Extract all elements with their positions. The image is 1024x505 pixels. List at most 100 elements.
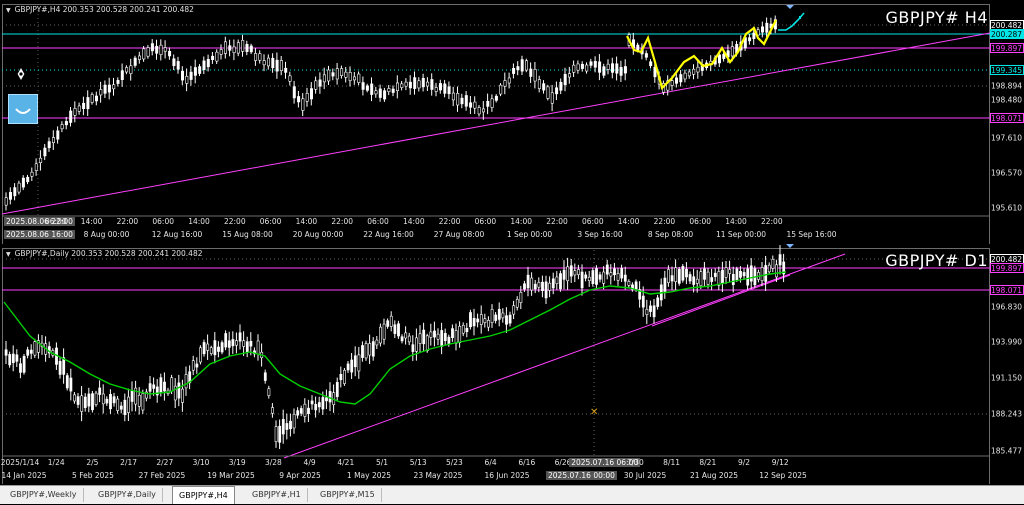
time-axis-label: 06:00: [152, 217, 174, 226]
candle-body: [318, 79, 322, 87]
candle-body: [688, 274, 692, 282]
time-axis-label: 14:00: [510, 217, 532, 226]
candle-body: [548, 282, 552, 291]
candle-body: [387, 88, 391, 92]
candle-body: [436, 333, 440, 340]
candle-body: [602, 66, 606, 76]
h4-chart-panel[interactable]: ▼ GBPJPY#,H4 200.353 200.528 200.241 200.…: [0, 0, 1024, 244]
candle-body: [584, 274, 588, 279]
candle-body: [605, 264, 609, 275]
d1-chart-panel[interactable]: ✕ ▼ GBPJPY#,Daily 200.353 200.528 200.241…: [0, 244, 1024, 484]
time-axis-label: 19 Mar 2025: [207, 471, 255, 480]
candle-body: [220, 342, 224, 353]
d1-price-chart[interactable]: ✕: [0, 244, 1024, 484]
dropdown-arrow-icon[interactable]: ▼: [6, 251, 11, 258]
candle-body: [764, 265, 768, 282]
candle-body: [533, 283, 537, 290]
candle-body: [299, 408, 303, 414]
chart-tab-gbpjpy-m15[interactable]: GBPJPY#,M15: [314, 488, 382, 502]
candle-body: [469, 312, 472, 328]
candle-body: [189, 71, 193, 80]
candle-body: [64, 121, 68, 126]
candle-body: [692, 276, 696, 285]
d1-chart-header: ▼ GBPJPY#,Daily 200.353 200.528 200.241 2…: [6, 249, 203, 258]
candle-body: [107, 84, 111, 93]
chart-tab-gbpjpy-daily[interactable]: GBPJPY#,Daily: [92, 488, 163, 502]
time-axis-label: 14:00: [725, 217, 747, 226]
candle-body: [80, 395, 84, 412]
candle-body: [721, 269, 724, 285]
candle-body: [389, 315, 393, 327]
d1-price-axis[interactable]: 200.482199.897198.071196.830193.990191.1…: [990, 244, 1024, 484]
dropdown-arrow-icon[interactable]: ▼: [6, 7, 11, 14]
h4-price-tick: 198.894: [990, 81, 1022, 91]
candle-body: [706, 271, 710, 285]
time-axis-label: 2025.08.06 16:00: [4, 230, 75, 239]
candle-body: [652, 305, 656, 318]
candle-body: [350, 359, 354, 373]
time-axis-label: 14:00: [80, 217, 103, 226]
time-axis-label: 06:00: [689, 217, 711, 226]
candle-body: [433, 330, 436, 338]
candle-body: [76, 396, 80, 405]
candle-body: [537, 79, 541, 89]
candle-body: [30, 171, 34, 177]
time-axis-label: 1/24: [47, 458, 65, 467]
h4-price-tag: 199.345: [990, 65, 1024, 75]
candle-body: [544, 281, 548, 299]
candle-body: [426, 81, 430, 87]
candle-body: [674, 267, 678, 282]
candle-body: [508, 314, 512, 324]
candle-body: [400, 83, 404, 88]
candle-body: [559, 81, 563, 91]
candle-body: [438, 83, 442, 91]
candle-body: [443, 83, 447, 94]
candle-body: [292, 86, 296, 99]
candle-body: [472, 317, 476, 327]
chart-tab-gbpjpy-weekly[interactable]: GBPJPY#,Weekly: [4, 488, 84, 502]
candle-body: [305, 93, 309, 102]
candle-body: [303, 403, 307, 417]
candle-body: [645, 309, 649, 315]
candle-body: [344, 71, 348, 78]
candle-body: [339, 374, 343, 381]
cyan-projection-line: [778, 12, 805, 31]
candle-body: [523, 283, 526, 290]
h4-time-axis-row2: 2025.08.06 16:00 8 Aug 00:00 12 Aug 16:00 1…: [2, 230, 990, 242]
candle-body: [430, 79, 434, 90]
time-axis-label: 2/17: [120, 458, 138, 467]
candle-body: [289, 420, 292, 430]
candle-body: [473, 101, 477, 109]
h4-price-axis[interactable]: 200.482200.287199.897199.345198.894198.4…: [990, 0, 1024, 244]
candle-body: [562, 269, 566, 280]
shift-marker-icon: [786, 244, 794, 248]
chart-tab-gbpjpy-h1[interactable]: GBPJPY#,H1: [246, 488, 308, 502]
candle-body: [695, 278, 699, 284]
cyan-marker: [799, 16, 801, 19]
candle-body: [199, 347, 202, 363]
candle-body: [56, 130, 60, 140]
candle-body: [397, 323, 400, 337]
candle-body: [576, 63, 580, 71]
candle-body: [717, 271, 721, 286]
candle-body: [778, 254, 782, 266]
smiley-icon[interactable]: [8, 94, 38, 124]
pen-tool-icon[interactable]: [13, 66, 29, 82]
candle-body: [133, 57, 137, 66]
candle-body: [241, 40, 245, 52]
candle-body: [391, 88, 395, 93]
candle-body: [242, 340, 246, 347]
time-axis-label: 30 Jul 2025: [623, 471, 667, 480]
candle-body: [692, 68, 696, 75]
candle-body: [256, 340, 260, 355]
time-axis-label: 7/30: [626, 458, 644, 467]
candle-body: [168, 50, 172, 57]
candle-body: [209, 347, 213, 354]
candle-body: [94, 392, 98, 405]
time-axis-label: 2/27: [156, 458, 174, 467]
chart-tab-gbpjpy-h4[interactable]: GBPJPY#,H4: [172, 486, 235, 504]
candle-body: [335, 68, 339, 80]
h4-price-chart[interactable]: [0, 0, 1024, 244]
candle-body: [683, 72, 687, 80]
candle-body: [26, 176, 30, 183]
